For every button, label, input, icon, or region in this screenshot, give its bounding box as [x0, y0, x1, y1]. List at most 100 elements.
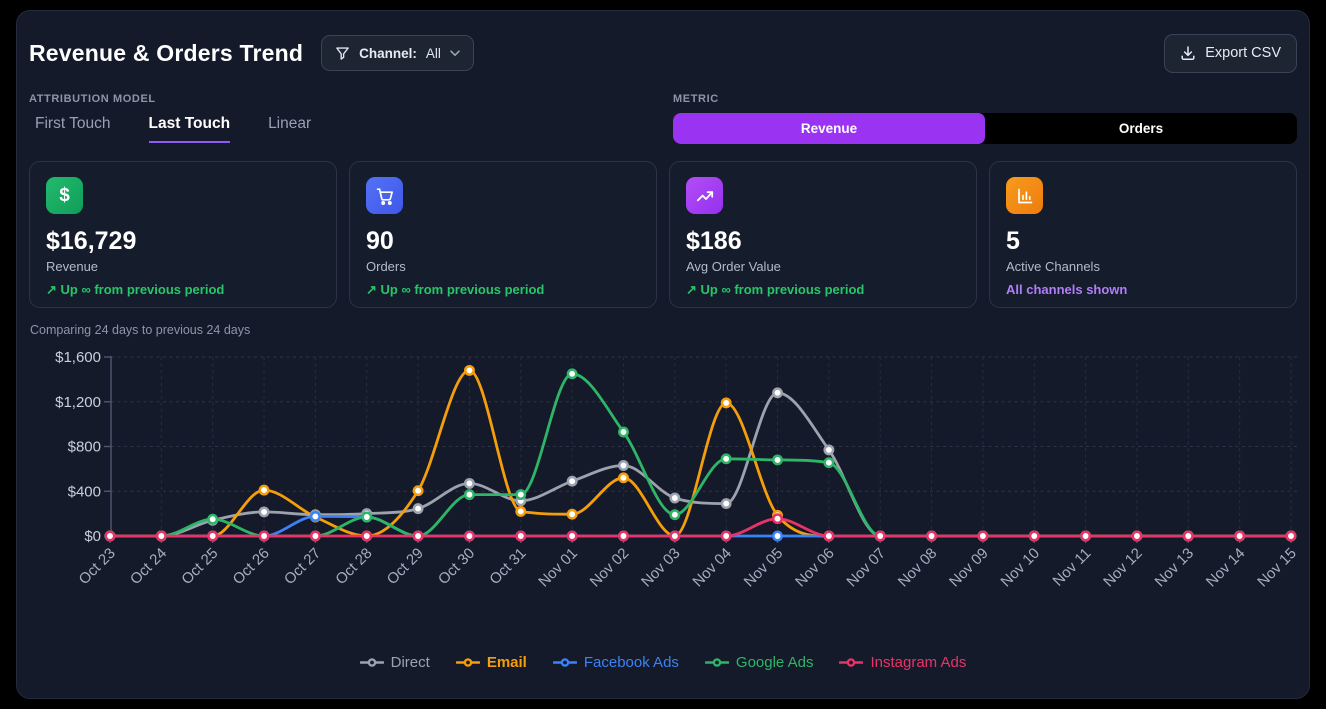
data-point[interactable]	[568, 370, 576, 378]
y-axis-labels: $0$400$800$1,200$1,600	[55, 349, 101, 545]
chart-legend: Direct Email Facebook Ads Google Ads Instagr…	[29, 654, 1297, 671]
revenue-orders-panel: Revenue & Orders Trend Channel: All Expo…	[16, 10, 1310, 699]
data-point[interactable]	[773, 515, 781, 523]
data-point[interactable]	[465, 366, 473, 374]
x-axis-label: Oct 30	[435, 545, 478, 588]
data-point[interactable]	[619, 428, 627, 436]
legend-item-instagram-ads[interactable]: Instagram Ads	[839, 654, 966, 671]
x-axis-label: Oct 31	[486, 545, 529, 588]
x-axis-label: Nov 04	[689, 545, 735, 591]
data-point[interactable]	[260, 532, 268, 540]
tab-first-touch[interactable]: First Touch	[35, 115, 111, 143]
legend-line-icon	[839, 657, 863, 668]
legend-label: Facebook Ads	[584, 654, 679, 671]
data-point[interactable]	[1235, 532, 1243, 540]
data-point[interactable]	[311, 512, 319, 520]
data-point[interactable]	[106, 532, 114, 540]
tab-linear[interactable]: Linear	[268, 115, 311, 143]
data-point[interactable]	[773, 532, 781, 540]
data-point[interactable]	[414, 504, 422, 512]
data-point[interactable]	[465, 490, 473, 498]
data-point[interactable]	[260, 508, 268, 516]
data-point[interactable]	[671, 532, 679, 540]
export-csv-button[interactable]: Export CSV	[1164, 34, 1297, 73]
metric-option-revenue[interactable]: Revenue	[673, 113, 985, 144]
data-point[interactable]	[825, 446, 833, 454]
metric-option-orders[interactable]: Orders	[985, 113, 1297, 144]
data-point[interactable]	[1030, 532, 1038, 540]
metric-toggle: Revenue Orders	[673, 113, 1297, 144]
legend-item-google-ads[interactable]: Google Ads	[705, 654, 814, 671]
channel-filter-button[interactable]: Channel: All	[321, 35, 474, 71]
data-point[interactable]	[876, 532, 884, 540]
data-point[interactable]	[1287, 532, 1295, 540]
data-point[interactable]	[414, 487, 422, 495]
data-point[interactable]	[568, 477, 576, 485]
metric-section: METRIC Revenue Orders	[673, 93, 1297, 144]
data-point[interactable]	[157, 532, 165, 540]
legend-label: Instagram Ads	[870, 654, 966, 671]
data-point[interactable]	[773, 389, 781, 397]
data-point[interactable]	[722, 455, 730, 463]
funnel-icon	[335, 46, 350, 61]
data-point[interactable]	[619, 461, 627, 469]
header: Revenue & Orders Trend Channel: All Expo…	[29, 33, 1297, 73]
channel-filter-label: Channel:	[359, 46, 417, 61]
bar-chart-icon	[1006, 177, 1043, 214]
data-point[interactable]	[414, 532, 422, 540]
x-axis-label: Nov 07	[843, 545, 889, 591]
axes	[104, 356, 1291, 543]
legend-line-icon	[360, 657, 384, 668]
legend-item-direct[interactable]: Direct	[360, 654, 430, 671]
legend-item-facebook-ads[interactable]: Facebook Ads	[553, 654, 679, 671]
data-point[interactable]	[722, 499, 730, 507]
x-axis-label: Nov 15	[1254, 545, 1299, 591]
data-point[interactable]	[1081, 532, 1089, 540]
stat-card-avg-order-value: $186 Avg Order Value ↗ Up ∞ from previou…	[669, 161, 977, 308]
data-point[interactable]	[671, 511, 679, 519]
data-point[interactable]	[825, 532, 833, 540]
x-axis-label: Nov 08	[895, 545, 941, 591]
data-point[interactable]	[825, 459, 833, 467]
data-point[interactable]	[517, 490, 525, 498]
horizontal-gridlines	[111, 357, 1297, 491]
x-axis-label: Oct 24	[127, 545, 170, 588]
data-point[interactable]	[363, 513, 371, 521]
data-point[interactable]	[465, 479, 473, 487]
data-point[interactable]	[1184, 532, 1192, 540]
metric-section-label: METRIC	[673, 93, 1297, 105]
active-channels-label: Active Channels	[1006, 259, 1280, 274]
data-point[interactable]	[619, 474, 627, 482]
stat-card-active-channels: 5 Active Channels All channels shown	[989, 161, 1297, 308]
x-axis-label: Nov 10	[997, 545, 1043, 591]
data-point[interactable]	[465, 532, 473, 540]
data-point[interactable]	[363, 532, 371, 540]
data-point[interactable]	[722, 532, 730, 540]
data-point[interactable]	[722, 399, 730, 407]
data-point[interactable]	[568, 510, 576, 518]
data-point[interactable]	[311, 532, 319, 540]
data-point[interactable]	[671, 494, 679, 502]
chevron-down-icon	[450, 50, 460, 57]
data-point[interactable]	[208, 515, 216, 523]
series-line-google-ads	[110, 374, 1291, 536]
x-axis-label: Nov 05	[741, 545, 787, 591]
x-axis-label: Nov 06	[792, 545, 838, 591]
legend-item-email[interactable]: Email	[456, 654, 527, 671]
data-point[interactable]	[1133, 532, 1141, 540]
data-point[interactable]	[568, 532, 576, 540]
data-point[interactable]	[260, 486, 268, 494]
x-axis-label: Nov 12	[1100, 545, 1146, 591]
aov-label: Avg Order Value	[686, 259, 960, 274]
attribution-section-label: ATTRIBUTION MODEL	[29, 93, 673, 105]
data-point[interactable]	[773, 456, 781, 464]
data-point[interactable]	[208, 532, 216, 540]
tab-last-touch[interactable]: Last Touch	[149, 115, 231, 143]
stat-card-revenue: $ $16,729 Revenue ↗ Up ∞ from previous p…	[29, 161, 337, 308]
data-point[interactable]	[517, 507, 525, 515]
data-point[interactable]	[619, 532, 627, 540]
data-point[interactable]	[927, 532, 935, 540]
data-point[interactable]	[517, 532, 525, 540]
data-point[interactable]	[979, 532, 987, 540]
y-axis-label: $1,200	[55, 394, 101, 411]
